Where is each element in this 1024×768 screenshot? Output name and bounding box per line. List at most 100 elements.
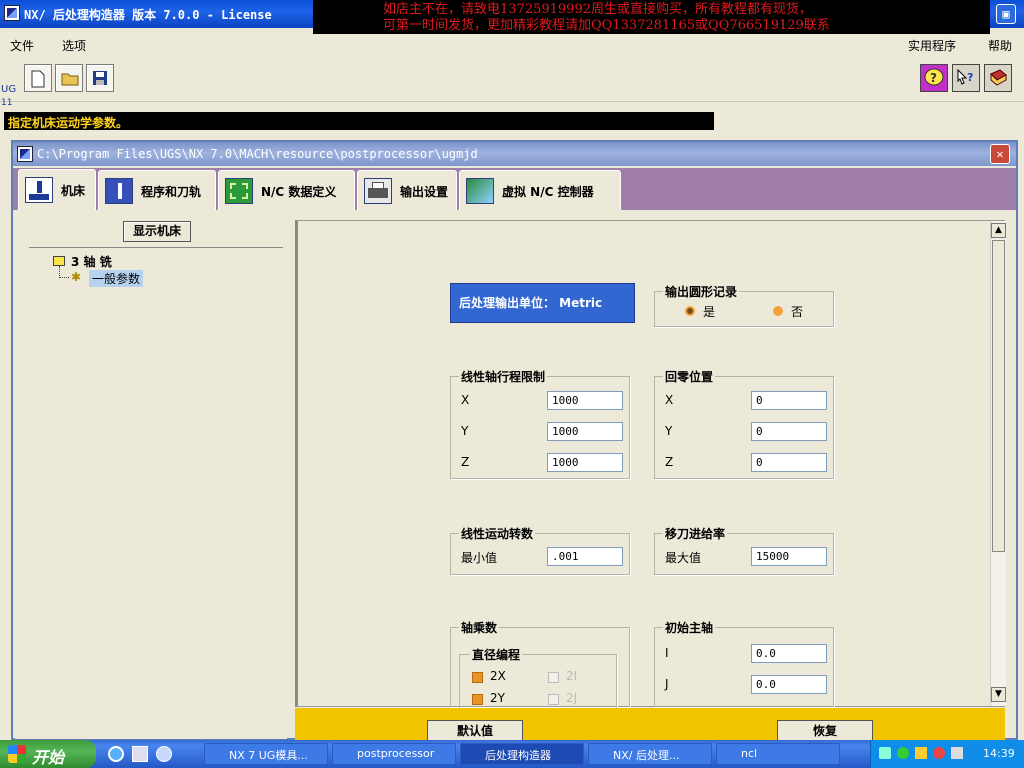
keyboard-icon[interactable] [879,747,891,759]
traverse-feed-title: 移刀进给率 [663,525,728,542]
show-desktop-icon[interactable] [132,746,148,762]
clock: 14:39 [983,747,1015,760]
scroll-thumb[interactable] [992,240,1005,552]
tab-machine-label: 机床 [61,184,86,198]
gear-icon: ✱ [71,270,82,284]
check-2i-label: 2I [566,669,578,683]
tab-nc-data[interactable]: N/C 数据定义 [218,170,355,210]
show-machine-button[interactable]: 显示机床 [123,221,191,242]
menu-file[interactable]: 文件 [10,37,34,54]
start-label: 开始 [32,748,65,767]
home-position-title: 回零位置 [663,368,716,385]
ug-side-number: 11 [1,98,13,108]
media-icon[interactable] [156,746,172,762]
circular-record-group: 输出圆形记录 是 否 [654,283,834,327]
motion-min-field[interactable]: .001 [547,547,623,566]
windows-logo-icon [8,745,26,763]
default-button[interactable]: 默认值 [427,720,523,742]
output-units: 后处理输出单位： Metric [450,283,635,323]
home-y-field[interactable]: 0 [751,422,827,441]
manual-button[interactable] [984,64,1012,92]
tab-output[interactable]: 输出设置 [357,170,457,210]
traverse-feed-group: 移刀进给率 最大值 15000 [654,525,834,575]
window-close-button[interactable]: ✕ [990,144,1010,164]
antivirus-icon[interactable] [933,747,945,759]
menu-help[interactable]: 帮助 [988,37,1012,54]
postprocessor-window: C:\Program Files\UGS\NX 7.0\MACH\resourc… [11,140,1018,742]
task-post-builder[interactable]: 后处理构造器 [460,743,584,765]
task-nx-post[interactable]: NX/ 后处理... [588,743,712,765]
radio-yes[interactable] [685,306,695,316]
tree-item-general-params[interactable]: 一般参数 [89,270,144,287]
circular-record-title: 输出圆形记录 [663,283,740,300]
save-disk-icon [93,71,107,85]
travel-limit-title: 线性轴行程限制 [459,368,548,385]
tree-root-3axis[interactable]: 3 轴 铣 [71,253,112,270]
ad-banner-line2: 可第一时间发货，更加精彩教程请加QQ1337281165或QQ766519129… [383,18,830,33]
toolbar: UG 11 ? ? [0,58,1024,108]
spindle-i-label: I [665,646,669,660]
security-shield-icon[interactable] [915,747,927,759]
help-question-button[interactable]: ? [920,64,948,92]
tab-output-label: 输出设置 [400,185,449,199]
ug-side-label: UG [1,84,17,95]
task-postprocessor[interactable]: postprocessor [332,743,456,765]
check-2y[interactable] [472,694,483,705]
traverse-max-field[interactable]: 15000 [751,547,827,566]
travel-z-field[interactable]: 1000 [547,453,623,472]
spindle-j-field[interactable]: 0.0 [751,675,827,694]
restore-window-button[interactable]: ▣ [996,4,1016,24]
scroll-down-arrow-icon[interactable]: ▼ [991,687,1006,702]
home-x-label: X [665,393,674,407]
restore-button[interactable]: 恢复 [777,720,873,742]
traverse-max-label: 最大值 [665,551,702,565]
home-x-field[interactable]: 0 [751,391,827,410]
diameter-title: 直径编程 [470,646,523,663]
menu-options[interactable]: 选项 [62,37,86,54]
ad-banner-line1: 如店主不在，请致电13725919992周生或直接购买，所有教程都有现货， [383,2,812,17]
scroll-up-arrow-icon[interactable]: ▲ [991,223,1006,238]
tab-strip: 机床 程序和刀轨 N/C 数据定义 输出设置 虚拟 N/C 控制器 [13,168,1016,210]
tab-machine[interactable]: 机床 [18,169,96,210]
help-balloon-icon: ? [924,68,944,86]
tab-virtual-nc[interactable]: 虚拟 N/C 控制器 [459,170,621,210]
task-nx7-ug[interactable]: NX 7 UG模具... [204,743,328,765]
new-button[interactable] [24,64,52,92]
linear-motion-group: 线性运动转数 最小值 .001 [450,525,630,575]
tab-program[interactable]: 程序和刀轨 [98,170,216,210]
radio-no[interactable] [773,306,783,316]
save-button[interactable] [86,64,114,92]
tab-program-label: 程序和刀轨 [141,185,202,199]
virtual-nc-icon [466,178,494,204]
vertical-scrollbar[interactable]: ▲ ▼ [990,221,1006,706]
check-2x-label: 2X [490,669,506,683]
start-button[interactable]: 开始 [0,740,96,768]
home-y-label: Y [665,424,673,438]
travel-x-field[interactable]: 1000 [547,391,623,410]
travel-z-label: Z [461,455,470,469]
svg-text:?: ? [967,71,973,84]
context-help-button[interactable]: ? [952,64,980,92]
network-icon[interactable] [897,747,909,759]
travel-y-field[interactable]: 1000 [547,422,623,441]
status-message: 指定机床运动学参数。 [4,112,714,130]
task-ncl[interactable]: ncl [716,743,840,765]
volume-icon[interactable] [951,747,963,759]
home-z-field[interactable]: 0 [751,453,827,472]
check-2j[interactable] [548,694,559,705]
nc-data-icon [225,178,253,204]
tree-connector [59,266,69,278]
pointer-help-icon: ? [957,68,973,85]
initial-spindle-group: 初始主轴 I 0.0 J 0.0 [654,619,834,707]
ie-icon[interactable] [108,746,124,762]
window-path: C:\Program Files\UGS\NX 7.0\MACH\resourc… [37,147,478,161]
menu-bar: 文件 选项 实用程序 帮助 [0,34,1024,56]
radio-yes-label: 是 [703,305,716,319]
check-2i[interactable] [548,672,559,683]
linear-motion-title: 线性运动转数 [459,525,536,542]
radio-no-label: 否 [791,305,804,319]
spindle-i-field[interactable]: 0.0 [751,644,827,663]
open-button[interactable] [55,64,83,92]
menu-utility[interactable]: 实用程序 [908,37,956,54]
check-2x[interactable] [472,672,483,683]
